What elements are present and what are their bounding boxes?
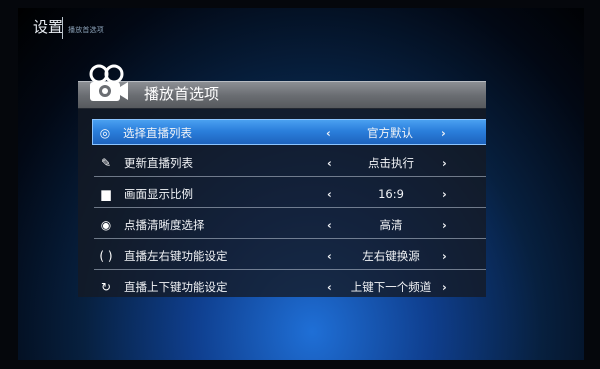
setting-value: 16:9 xyxy=(378,187,404,201)
setting-value: 官方默认 xyxy=(367,126,413,140)
page-subtitle: 播放首选项 xyxy=(68,26,104,34)
arrow-right-icon[interactable]: › xyxy=(442,187,447,201)
refresh-icon: ↻ xyxy=(100,280,112,294)
setting-label: 直播上下键功能设定 xyxy=(124,280,228,294)
page-title: 设置 xyxy=(33,18,64,36)
eye-icon: ◉ xyxy=(100,218,112,232)
setting-label: 点播清晰度选择 xyxy=(124,218,205,232)
arrow-right-icon[interactable]: › xyxy=(441,126,446,140)
aspect-ratio-icon: ▆ xyxy=(101,187,111,201)
broom-icon: ✎ xyxy=(100,156,112,170)
setting-row-left-right-keys[interactable]: ( ) 直播左右键功能设定 ‹ 左右键换源 › xyxy=(94,243,486,270)
setting-row-vod-quality[interactable]: ◉ 点播清晰度选择 ‹ 高清 › xyxy=(94,212,486,239)
settings-list: ◎ 选择直播列表 ‹ 官方默认 › ✎ 更新直播列表 ‹ 点击执行 › ▆ 画面… xyxy=(78,108,486,297)
setting-label: 更新直播列表 xyxy=(124,156,193,170)
arrow-right-icon[interactable]: › xyxy=(442,156,447,170)
setting-row-up-down-keys[interactable]: ↻ 直播上下键功能设定 ‹ 上键下一个频道 › xyxy=(94,274,486,297)
camera-icon xyxy=(89,64,128,101)
arrow-right-icon[interactable]: › xyxy=(442,280,447,294)
setting-value: 左右键换源 xyxy=(362,249,420,263)
setting-label: 直播左右键功能设定 xyxy=(124,249,228,263)
setting-label: 选择直播列表 xyxy=(123,126,192,140)
arrow-right-icon[interactable]: › xyxy=(442,249,447,263)
setting-value: 上键下一个频道 xyxy=(350,280,432,294)
setting-label: 画面显示比例 xyxy=(124,187,193,201)
title-divider xyxy=(62,17,63,39)
swirl-icon: ◎ xyxy=(99,126,111,140)
setting-value: 高清 xyxy=(379,218,403,232)
setting-row-aspect-ratio[interactable]: ▆ 画面显示比例 ‹ 16:9 › xyxy=(94,181,486,208)
setting-row-live-list[interactable]: ◎ 选择直播列表 ‹ 官方默认 › xyxy=(92,119,486,145)
brackets-icon: ( ) xyxy=(99,249,113,263)
panel-title: 播放首选项 xyxy=(144,85,220,103)
setting-row-update-list[interactable]: ✎ 更新直播列表 ‹ 点击执行 › xyxy=(94,150,486,177)
panel-header-bar xyxy=(78,81,486,109)
arrow-right-icon[interactable]: › xyxy=(442,218,447,232)
setting-value: 点击执行 xyxy=(368,156,414,170)
